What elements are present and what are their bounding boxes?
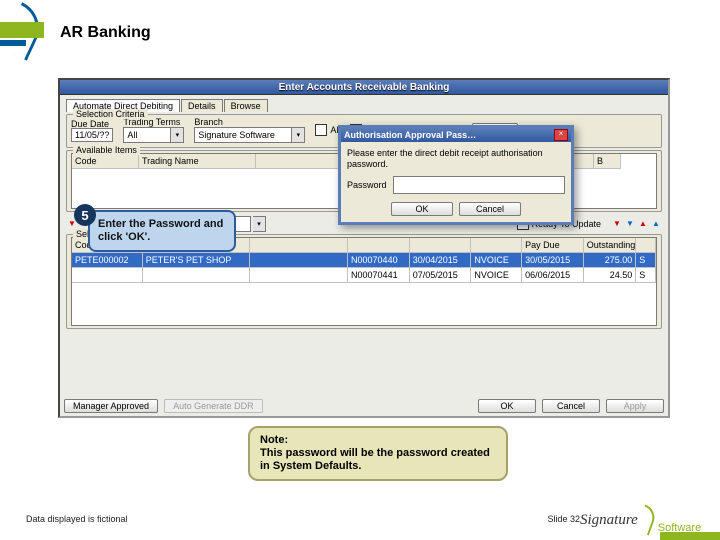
table-row[interactable]: N00070441 07/05/2015 NVOICE 06/06/2015 2… [72, 268, 656, 283]
page-title: AR Banking [60, 24, 151, 42]
selection-legend: Selection Criteria [73, 109, 148, 119]
dialog-cancel-button[interactable]: Cancel [459, 202, 521, 216]
note-text: This password will be the password creat… [260, 447, 490, 472]
cell-code [72, 268, 143, 283]
col-blank[interactable] [250, 238, 348, 253]
cell-type: NVOICE [471, 268, 522, 283]
ok-button[interactable]: OK [478, 399, 536, 413]
cell-b: S [636, 253, 656, 268]
bottom-button-bar: Manager Approved Auto Generate DDR OK Ca… [64, 399, 664, 413]
filter-up-blue-icon[interactable]: ▲ [650, 219, 662, 229]
auto-generate-ddr-button: Auto Generate DDR [164, 399, 263, 413]
tab-browse[interactable]: Browse [224, 99, 268, 112]
col-type[interactable] [471, 238, 522, 253]
cell-invoice: N00070441 [348, 268, 410, 283]
cell-tname [143, 268, 250, 283]
col-trading-name[interactable]: Trading Name [139, 154, 256, 169]
due-date-field[interactable]: 11/05/?? [71, 128, 113, 142]
avail-legend: Available Items [73, 145, 140, 155]
cell-invoice: N00070440 [348, 253, 410, 268]
swoosh-icon [635, 504, 658, 535]
col-date[interactable] [410, 238, 472, 253]
branch-label: Branch [194, 117, 223, 127]
filter-down-blue-icon[interactable]: ▼ [624, 219, 636, 229]
filter-up-red-icon[interactable]: ▲ [637, 219, 649, 229]
trading-terms-value: All [123, 127, 171, 143]
cell-date: 30/04/2015 [410, 253, 472, 268]
dialog-title: Authorisation Approval Pass… [344, 130, 476, 140]
footer-brand-1: Signature [580, 512, 638, 529]
dialog-message: Please enter the direct debit receipt au… [347, 148, 565, 170]
cell-type: NVOICE [471, 253, 522, 268]
col-b[interactable]: B [594, 154, 621, 169]
col-blank1[interactable] [256, 154, 343, 169]
filter-down-red-icon[interactable]: ▼ [611, 219, 623, 229]
slide-number: Slide 32 [547, 514, 580, 524]
trading-terms-dropdown[interactable]: All ▾ [123, 127, 184, 143]
table-row[interactable]: PETE000002 PETER'S PET SHOP N00070440 30… [72, 253, 656, 268]
step-number-badge: 5 [74, 204, 96, 226]
window-title: Enter Accounts Receivable Banking [279, 82, 450, 93]
tabs: Automate Direct Debiting Details Browse [66, 99, 662, 112]
footer-logo: Signature Software [580, 500, 720, 540]
cell-blank [250, 253, 348, 268]
auth-approval-dialog: Authorisation Approval Pass… × Please en… [338, 125, 574, 225]
note-box: Note: This password will be the password… [248, 426, 508, 481]
step-callout: Enter the Password and click 'OK'. [88, 210, 236, 252]
password-label: Password [347, 180, 387, 190]
window-titlebar: Enter Accounts Receivable Banking [60, 80, 668, 95]
dialog-titlebar: Authorisation Approval Pass… × [341, 128, 571, 142]
apply-button: Apply [606, 399, 664, 413]
cell-pay: 06/06/2015 [522, 268, 584, 283]
branch-dropdown[interactable]: Signature Software ▾ [194, 127, 305, 143]
logo [0, 0, 50, 60]
col-code[interactable]: Code [72, 154, 139, 169]
cell-code: PETE000002 [72, 253, 143, 268]
cell-out: 24.50 [584, 268, 637, 283]
chevron-down-icon[interactable]: ▾ [171, 127, 184, 143]
note-label: Note: [260, 434, 288, 446]
col-b[interactable] [636, 238, 656, 253]
col-outstanding[interactable]: Outstanding [584, 238, 637, 253]
cell-blank [250, 268, 348, 283]
cell-pay: 30/05/2015 [522, 253, 584, 268]
cell-date: 07/05/2015 [410, 268, 472, 283]
manager-approved-button[interactable]: Manager Approved [64, 399, 158, 413]
cell-tname: PETER'S PET SHOP [143, 253, 250, 268]
cell-b: S [636, 268, 656, 283]
branch-value: Signature Software [194, 127, 292, 143]
filter-icons-right[interactable]: ▼ ▼ ▲ ▲ [611, 219, 662, 229]
cancel-button[interactable]: Cancel [542, 399, 600, 413]
all-checkbox[interactable]: All [315, 124, 340, 136]
footnote: Data displayed is fictional [26, 514, 128, 524]
cell-out: 275.00 [584, 253, 637, 268]
tab-details[interactable]: Details [181, 99, 223, 112]
dialog-ok-button[interactable]: OK [391, 202, 453, 216]
col-pay-due[interactable]: Pay Due [522, 238, 584, 253]
password-input[interactable] [393, 176, 565, 194]
calendar-icon[interactable]: ▾ [253, 216, 266, 232]
chevron-down-icon[interactable]: ▾ [292, 127, 305, 143]
col-invoice[interactable] [348, 238, 410, 253]
close-icon[interactable]: × [554, 129, 568, 141]
